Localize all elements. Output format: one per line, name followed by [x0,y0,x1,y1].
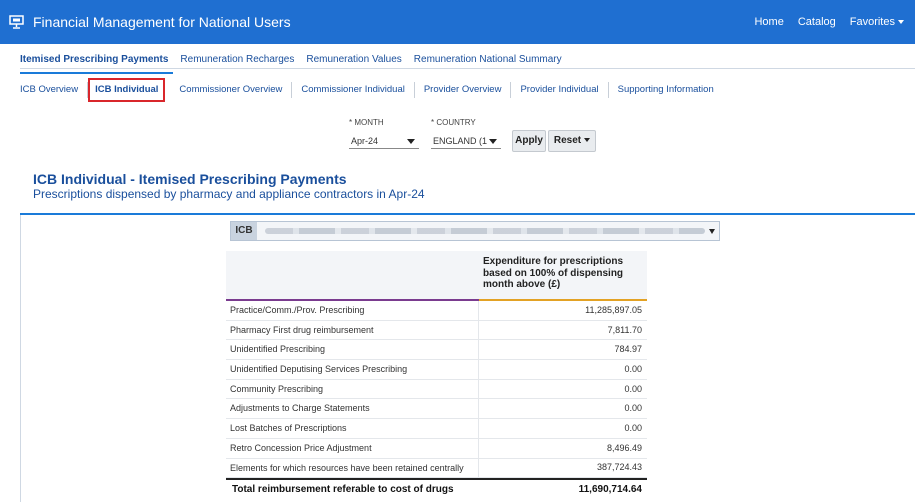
row-value: 0.00 [624,422,642,433]
table-header: Expenditure for prescriptions based on 1… [226,251,647,301]
row-value: 8,496.49 [606,442,642,453]
table-row: Unidentified Deputising Services Prescri… [226,360,647,380]
expenditure-table: Expenditure for prescriptions based on 1… [226,251,647,498]
table-row: Unidentified Prescribing 784.97 [226,340,647,361]
title-divider [20,213,915,215]
table-header-expenditure: Expenditure for prescriptions based on 1… [479,251,647,301]
app-header: Financial Management for National Users … [0,0,915,44]
subtab-provider-overview[interactable]: Provider Overview [415,82,512,98]
row-value: 0.00 [624,363,642,374]
content-left-border [20,215,21,502]
row-label: Community Prescribing [226,379,479,399]
row-label: Pharmacy First drug reimbursement [226,320,479,340]
row-label: Adjustments to Charge Statements [226,399,479,419]
table-row: Retro Concession Price Adjustment 8,496.4… [226,438,647,459]
country-prompt: * COUNTRY ENGLAND (1 [431,118,501,149]
month-value: Apr-24 [351,136,379,146]
nav-catalog-link[interactable]: Catalog [798,16,836,29]
caret-down-icon [709,229,715,234]
row-label: Unidentified Prescribing [226,340,479,360]
tab-remuneration-values[interactable]: Remuneration Values [301,50,406,74]
header-nav: Home Catalog Favorites [754,16,904,29]
subtab-icb-individual[interactable]: ICB Individual [88,78,166,102]
caret-down-icon [407,139,415,144]
row-label: Unidentified Deputising Services Prescri… [226,360,479,379]
icb-label: ICB [231,222,257,240]
total-label: Total reimbursement referable to cost of… [232,483,454,495]
table-row: Lost Batches of Prescriptions 0.00 [226,419,647,439]
table-row: Elements for which resources have been r… [226,458,647,479]
month-label: * MONTH [349,118,384,127]
country-label: * COUNTRY [431,118,476,127]
table-row: Adjustments to Charge Statements 0.00 [226,399,647,420]
tabs-divider [20,68,915,69]
row-value: 387,724.43 [596,462,642,473]
row-value: 0.00 [624,403,642,414]
row-value: 7,811.70 [607,324,642,335]
row-value: 784.97 [614,344,642,355]
country-value: ENGLAND (1 [433,136,488,146]
caret-down-icon [898,20,904,24]
presentation-board-icon [9,15,24,29]
reset-button[interactable]: Reset [548,130,596,152]
country-select[interactable]: ENGLAND (1 [431,131,501,149]
total-value: 11,690,714.64 [578,483,642,495]
report-subtitle: Prescriptions dispensed by pharmacy and … [33,187,425,201]
tab-itemised-prescribing-payments[interactable]: Itemised Prescribing Payments [20,50,174,74]
subtab-commissioner-individual[interactable]: Commissioner Individual [292,82,415,98]
secondary-tabs: ICB Overview ICB Individual Commissioner… [20,78,723,102]
subtab-provider-individual[interactable]: Provider Individual [511,82,609,98]
row-label: Elements for which resources have been r… [226,458,479,478]
caret-down-icon [489,139,497,144]
table-row: Community Prescribing 0.00 [226,379,647,400]
tab-remuneration-recharges[interactable]: Remuneration Recharges [175,50,299,74]
row-label: Practice/Comm./Prov. Prescribing [226,301,479,320]
row-value: 0.00 [624,383,642,394]
row-value: 11,285,897.05 [585,304,642,315]
report-title: ICB Individual - Itemised Prescribing Pa… [33,171,347,187]
subtab-commissioner-overview[interactable]: Commissioner Overview [170,82,293,98]
caret-down-icon [584,138,591,142]
table-body: Practice/Comm./Prov. Prescribing 11,285,8… [226,301,647,479]
subtab-icb-overview[interactable]: ICB Overview [20,82,89,98]
table-row: Practice/Comm./Prov. Prescribing 11,285,8… [226,301,647,321]
month-select[interactable]: Apr-24 [349,131,419,149]
app-title: Financial Management for National Users [33,14,291,30]
subtab-supporting-information[interactable]: Supporting Information [609,82,723,98]
table-header-label-cell [226,251,479,301]
primary-tabs: Itemised Prescribing Payments Remunerati… [20,50,569,74]
reset-label: Reset [553,135,582,146]
month-prompt: * MONTH Apr-24 [349,118,419,149]
icb-select[interactable]: ICB [230,221,720,241]
nav-favorites-label: Favorites [849,16,895,28]
apply-button[interactable]: Apply [512,130,546,152]
icb-value-redacted [265,228,705,234]
nav-home-link[interactable]: Home [754,16,783,29]
nav-favorites-menu[interactable]: Favorites [850,16,904,29]
row-label: Retro Concession Price Adjustment [226,438,479,458]
table-row: Pharmacy First drug reimbursement 7,811.7… [226,320,647,341]
table-total-row: Total reimbursement referable to cost of… [226,478,647,498]
tab-remuneration-national-summary[interactable]: Remuneration National Summary [409,50,567,74]
row-label: Lost Batches of Prescriptions [226,419,479,438]
